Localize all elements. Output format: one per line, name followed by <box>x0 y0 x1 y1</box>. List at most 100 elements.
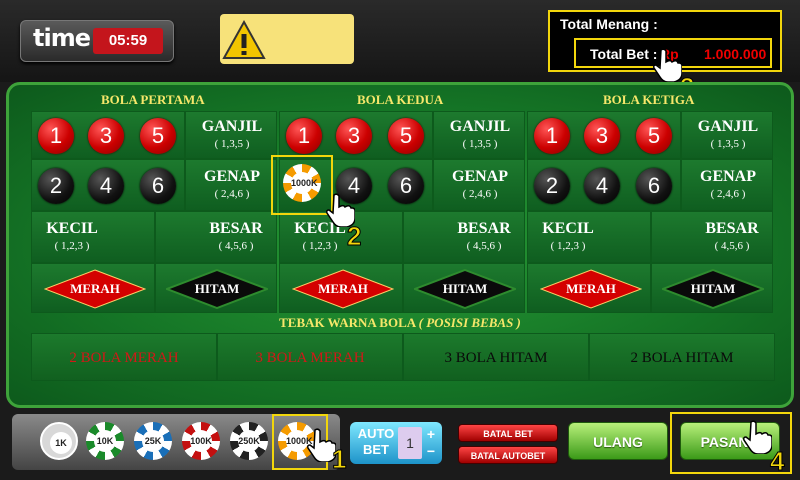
merah-label: MERAH <box>70 281 120 296</box>
merah-button[interactable]: MERAH <box>31 263 155 313</box>
ball-3-button[interactable]: 3 <box>584 118 620 154</box>
ball-6-button[interactable]: 6 <box>636 168 672 204</box>
ball-6-button[interactable]: 6 <box>140 168 176 204</box>
tebak-subtitle: ( POSISI BEBAS ) <box>418 315 521 330</box>
chip-label: 100K <box>190 430 212 452</box>
autobet-label: AUTO BET <box>354 426 398 458</box>
kecil-button[interactable]: KECIL ( 1,2,3 ) <box>527 211 651 263</box>
ball-1-button[interactable]: 1 <box>286 118 322 154</box>
notification-box <box>220 14 354 64</box>
chip-label: 250K <box>238 430 260 452</box>
autobet-label-line1: AUTO <box>357 426 395 441</box>
betting-table: BOLA PERTAMA BOLA KEDUA BOLA KETIGA 1 3 … <box>6 82 794 408</box>
ball-2-button[interactable]: 2 <box>38 168 74 204</box>
ball-3-button[interactable]: 3 <box>336 118 372 154</box>
chip-label: 25K <box>142 430 164 452</box>
kecil-sub: ( 1,2,3 ) <box>550 240 586 252</box>
ball-5-button[interactable]: 5 <box>140 118 176 154</box>
genap-sub: ( 2,4,6 ) <box>710 188 746 200</box>
pointer-hand-icon <box>653 48 682 82</box>
besar-button[interactable]: BESAR ( 4,5,6 ) <box>403 211 525 263</box>
batal-autobet-button[interactable]: BATAL AUTOBET <box>458 446 558 464</box>
chip-1k[interactable]: 1K <box>40 422 78 460</box>
chip-250k[interactable]: 250K <box>230 422 268 460</box>
total-bet-value: 1.000.000 <box>704 46 767 62</box>
chip-label: 10K <box>94 430 116 452</box>
ganjil-button[interactable]: GANJIL ( 1,3,5 ) <box>185 111 277 159</box>
chip-25k[interactable]: 25K <box>134 422 172 460</box>
ball-1-button[interactable]: 1 <box>534 118 570 154</box>
ball-6-button[interactable]: 6 <box>388 168 424 204</box>
timer-label: time <box>33 24 91 52</box>
genap-sub: ( 2,4,6 ) <box>214 188 250 200</box>
merah-button[interactable]: MERAH <box>527 263 651 313</box>
genap-button[interactable]: GENAP ( 2,4,6 ) <box>681 159 773 211</box>
tebak-count: 3 <box>444 350 453 366</box>
ganjil-button[interactable]: GANJIL ( 1,3,5 ) <box>681 111 773 159</box>
even-balls-area: 2 4 6 <box>527 159 681 211</box>
tebak-option-3-merah[interactable]: 3 BOLA MERAH <box>217 333 403 381</box>
besar-label: BESAR <box>209 220 263 237</box>
besar-sub: ( 4,5,6 ) <box>466 240 502 252</box>
besar-sub: ( 4,5,6 ) <box>714 240 750 252</box>
besar-label: BESAR <box>457 220 511 237</box>
genap-label: GENAP <box>452 168 508 185</box>
besar-button[interactable]: BESAR ( 4,5,6 ) <box>651 211 773 263</box>
odd-balls-area: 1 3 5 <box>31 111 185 159</box>
besar-button[interactable]: BESAR ( 4,5,6 ) <box>155 211 277 263</box>
column-title-bola-ketiga: BOLA KETIGA <box>603 92 695 107</box>
ball-2-button[interactable]: 2 <box>534 168 570 204</box>
autobet-minus-button[interactable]: − <box>424 443 438 459</box>
merah-button[interactable]: MERAH <box>279 263 403 313</box>
tebak-option-2-merah[interactable]: 2 BOLA MERAH <box>31 333 217 381</box>
timer-value: 05:59 <box>93 28 163 54</box>
ganjil-button[interactable]: GANJIL ( 1,3,5 ) <box>433 111 525 159</box>
hitam-button[interactable]: HITAM <box>403 263 525 313</box>
tebak-label: BOLA MERAH <box>266 350 365 366</box>
tebak-option-2-hitam[interactable]: 2 BOLA HITAM <box>589 333 775 381</box>
ulang-button[interactable]: ULANG <box>568 422 668 460</box>
step-2-marker: 2 <box>346 221 362 252</box>
ball-5-button[interactable]: 5 <box>636 118 672 154</box>
placed-chip-label: 1000K <box>291 172 318 194</box>
genap-button[interactable]: GENAP ( 2,4,6 ) <box>433 159 525 211</box>
ganjil-label: GANJIL <box>697 118 759 135</box>
genap-sub: ( 2,4,6 ) <box>462 188 498 200</box>
tebak-title-text: TEBAK WARNA BOLA <box>279 315 416 330</box>
chip-10k[interactable]: 10K <box>86 422 124 460</box>
hitam-label: HITAM <box>690 281 736 296</box>
hitam-button[interactable]: HITAM <box>155 263 277 313</box>
autobet-plus-button[interactable]: + <box>424 426 438 442</box>
autobet-label-line2: BET <box>363 442 389 457</box>
pointer-hand-icon <box>743 420 772 454</box>
ganjil-label: GANJIL <box>449 118 511 135</box>
tebak-option-3-hitam[interactable]: 3 BOLA HITAM <box>403 333 589 381</box>
merah-label: MERAH <box>566 281 616 296</box>
ganjil-sub: ( 1,3,5 ) <box>214 138 250 150</box>
kecil-button[interactable]: KECIL ( 1,2,3 ) <box>31 211 155 263</box>
ball-4-button[interactable]: 4 <box>88 168 124 204</box>
ball-3-button[interactable]: 3 <box>88 118 124 154</box>
placed-chip[interactable]: 1000K <box>283 164 321 202</box>
kecil-sub: ( 1,2,3 ) <box>54 240 90 252</box>
ball-4-button[interactable]: 4 <box>584 168 620 204</box>
warning-icon <box>222 19 266 59</box>
ball-1-button[interactable]: 1 <box>38 118 74 154</box>
total-bet-label: Total Bet : <box>590 46 658 62</box>
autobet-control[interactable]: AUTO BET 1 + − <box>350 422 442 464</box>
ganjil-label: GANJIL <box>201 118 263 135</box>
odd-balls-area: 1 3 5 <box>527 111 681 159</box>
chip-100k[interactable]: 100K <box>182 422 220 460</box>
even-balls-area: 2 4 6 <box>31 159 185 211</box>
hitam-button[interactable]: HITAM <box>651 263 773 313</box>
odd-balls-area: 1 3 5 <box>279 111 433 159</box>
ball-5-button[interactable]: 5 <box>388 118 424 154</box>
kecil-label: KECIL <box>46 220 98 237</box>
hitam-label: HITAM <box>442 281 488 296</box>
step-1-marker: 1 <box>331 444 347 475</box>
column-title-bola-kedua: BOLA KEDUA <box>357 92 444 107</box>
tebak-label: BOLA MERAH <box>80 350 179 366</box>
batal-bet-button[interactable]: BATAL BET <box>458 424 558 442</box>
genap-button[interactable]: GENAP ( 2,4,6 ) <box>185 159 277 211</box>
merah-label: MERAH <box>318 281 368 296</box>
